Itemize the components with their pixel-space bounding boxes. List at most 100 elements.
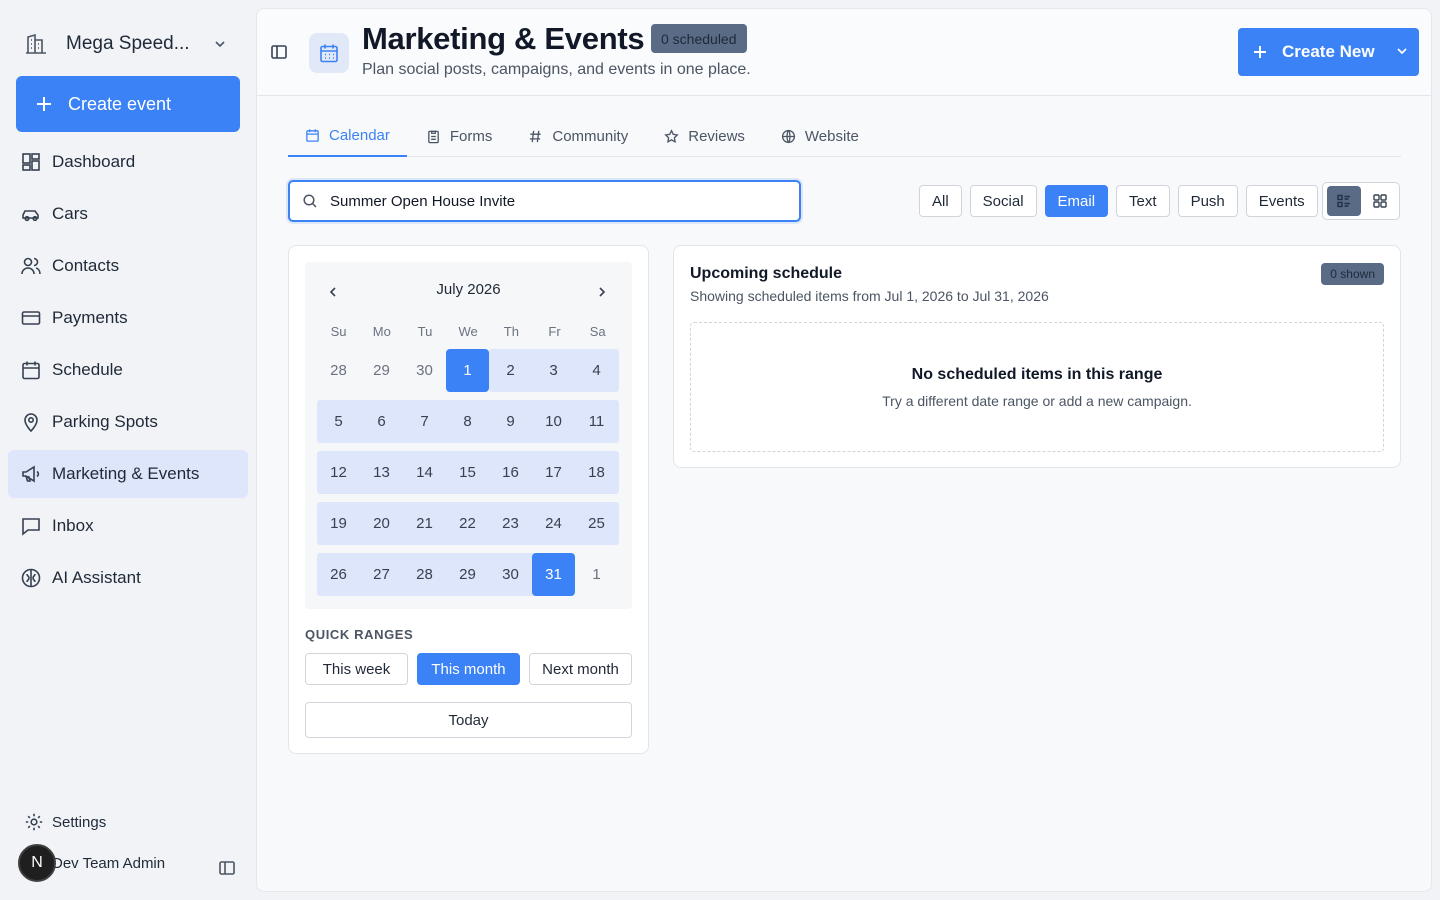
tab-label: Community bbox=[552, 127, 629, 145]
calendar-day[interactable]: 5 bbox=[317, 400, 360, 443]
calendar-day[interactable]: 18 bbox=[575, 451, 618, 494]
megaphone-icon bbox=[20, 463, 42, 485]
calendar-day[interactable]: 22 bbox=[446, 502, 489, 545]
calendar-day[interactable]: 26 bbox=[317, 553, 360, 596]
weekday-label: We bbox=[458, 324, 478, 339]
filter-email-button[interactable]: Email bbox=[1044, 185, 1109, 217]
calendar-day[interactable]: 14 bbox=[403, 451, 446, 494]
calendar-day[interactable]: 13 bbox=[360, 451, 403, 494]
calendar-day[interactable]: 20 bbox=[360, 502, 403, 545]
calendar-day[interactable]: 12 bbox=[317, 451, 360, 494]
calendar-day[interactable]: 3 bbox=[532, 349, 575, 392]
sidebar-item-ai-assistant[interactable]: AI Assistant bbox=[8, 554, 248, 602]
calendar-day[interactable]: 30 bbox=[489, 553, 532, 596]
search-box[interactable] bbox=[288, 180, 801, 222]
calendar-day[interactable]: 29 bbox=[360, 349, 403, 392]
avatar[interactable]: N bbox=[18, 844, 56, 882]
toggle-sidebar-icon[interactable] bbox=[270, 43, 288, 61]
settings-label: Settings bbox=[52, 813, 107, 831]
sidebar-item-schedule[interactable]: Schedule bbox=[8, 346, 248, 394]
upcoming-subtitle: Showing scheduled items from Jul 1, 2026… bbox=[690, 288, 1049, 304]
calendar-day[interactable]: 8 bbox=[446, 400, 489, 443]
calendar-day[interactable]: 21 bbox=[403, 502, 446, 545]
user-menu[interactable]: N Dev Team Admin bbox=[18, 843, 248, 883]
search-input[interactable] bbox=[330, 192, 770, 210]
sidebar-item-cars[interactable]: Cars bbox=[8, 190, 248, 238]
tab-website[interactable]: Website bbox=[764, 115, 876, 157]
calendar-day[interactable]: 29 bbox=[446, 553, 489, 596]
this-month-button[interactable]: This month bbox=[417, 653, 520, 685]
tab-label: Calendar bbox=[329, 126, 390, 144]
tab-reviews[interactable]: Reviews bbox=[647, 115, 762, 157]
calendar-day[interactable]: 27 bbox=[360, 553, 403, 596]
this-week-button[interactable]: This week bbox=[305, 653, 408, 685]
credit-card-icon bbox=[20, 307, 42, 329]
plus-icon bbox=[1252, 44, 1268, 60]
calendar-week: 28 29 30 1 2 3 4 bbox=[317, 349, 619, 392]
sidebar-item-dashboard[interactable]: Dashboard bbox=[8, 138, 248, 186]
calendar-day[interactable]: 17 bbox=[532, 451, 575, 494]
search-icon bbox=[302, 193, 318, 209]
chevron-left-icon bbox=[326, 285, 340, 299]
sidebar-item-label: Payments bbox=[52, 308, 128, 327]
grid-view-button[interactable] bbox=[1363, 186, 1397, 216]
calendar-day[interactable]: 28 bbox=[403, 553, 446, 596]
sidebar-item-contacts[interactable]: Contacts bbox=[8, 242, 248, 290]
settings-link[interactable]: Settings bbox=[24, 812, 106, 832]
calendar-icon bbox=[20, 359, 42, 381]
sidebar-item-inbox[interactable]: Inbox bbox=[8, 502, 248, 550]
sidebar: Mega Speed... Create event Dashboard Car… bbox=[0, 0, 256, 900]
weekday-label: Fr bbox=[548, 324, 561, 339]
tab-forms[interactable]: Forms bbox=[409, 115, 510, 157]
calendar-day[interactable]: 24 bbox=[532, 502, 575, 545]
next-month-button-range[interactable]: Next month bbox=[529, 653, 632, 685]
calendar-day[interactable]: 11 bbox=[575, 400, 618, 443]
list-view-button[interactable] bbox=[1327, 186, 1361, 216]
calendar-day[interactable]: 23 bbox=[489, 502, 532, 545]
month-calendar: July 2026 Su Mo Tu We Th Fr Sa 28 29 30 … bbox=[305, 262, 632, 609]
sidebar-item-parking-spots[interactable]: Parking Spots bbox=[8, 398, 248, 446]
brain-icon bbox=[20, 567, 42, 589]
weekday-header: Su Mo Tu We Th Fr Sa bbox=[317, 324, 619, 339]
star-icon bbox=[664, 128, 679, 144]
sidebar-collapse-icon[interactable] bbox=[218, 859, 236, 877]
weekday-label: Tu bbox=[417, 324, 433, 339]
calendar-day[interactable]: 4 bbox=[575, 349, 618, 392]
calendar-day[interactable]: 28 bbox=[317, 349, 360, 392]
create-event-button[interactable]: Create event bbox=[16, 76, 240, 132]
calendar-day[interactable]: 9 bbox=[489, 400, 532, 443]
weekday-label: Sa bbox=[589, 324, 606, 339]
create-new-button[interactable]: Create New bbox=[1238, 28, 1419, 76]
calendar-day[interactable]: 6 bbox=[360, 400, 403, 443]
filter-push-button[interactable]: Push bbox=[1177, 185, 1238, 217]
channel-filters: All Social Email Text Push Events bbox=[919, 185, 1326, 217]
calendar-day[interactable]: 25 bbox=[575, 502, 618, 545]
calendar-day[interactable]: 15 bbox=[446, 451, 489, 494]
workspace-name: Mega Speed... bbox=[66, 33, 190, 54]
calendar-day[interactable]: 2 bbox=[489, 349, 532, 392]
calendar-week: 19 20 21 22 23 24 25 bbox=[317, 502, 619, 545]
calendar-day[interactable]: 19 bbox=[317, 502, 360, 545]
today-button[interactable]: Today bbox=[305, 702, 632, 738]
calendar-day[interactable]: 7 bbox=[403, 400, 446, 443]
dashboard-icon bbox=[20, 151, 42, 173]
sidebar-item-payments[interactable]: Payments bbox=[8, 294, 248, 342]
filter-social-button[interactable]: Social bbox=[969, 185, 1037, 217]
prev-month-button[interactable] bbox=[323, 282, 343, 302]
calendar-day[interactable]: 10 bbox=[532, 400, 575, 443]
tab-calendar[interactable]: Calendar bbox=[288, 115, 407, 157]
filter-events-button[interactable]: Events bbox=[1245, 185, 1318, 217]
calendar-day-range-start[interactable]: 1 bbox=[446, 349, 489, 392]
next-month-button[interactable] bbox=[592, 282, 612, 302]
workspace-switcher[interactable]: Mega Speed... bbox=[24, 28, 240, 60]
calendar-day-range-end[interactable]: 31 bbox=[532, 553, 575, 596]
calendar-day[interactable]: 16 bbox=[489, 451, 532, 494]
globe-icon bbox=[781, 129, 796, 144]
filter-text-button[interactable]: Text bbox=[1116, 185, 1170, 217]
tab-community[interactable]: Community bbox=[511, 115, 645, 157]
calendar-day[interactable]: 1 bbox=[575, 553, 618, 596]
quick-ranges: This week This month Next month bbox=[305, 653, 641, 685]
filter-all-button[interactable]: All bbox=[919, 185, 962, 217]
sidebar-item-marketing-events[interactable]: Marketing & Events bbox=[8, 450, 248, 498]
calendar-day[interactable]: 30 bbox=[403, 349, 446, 392]
